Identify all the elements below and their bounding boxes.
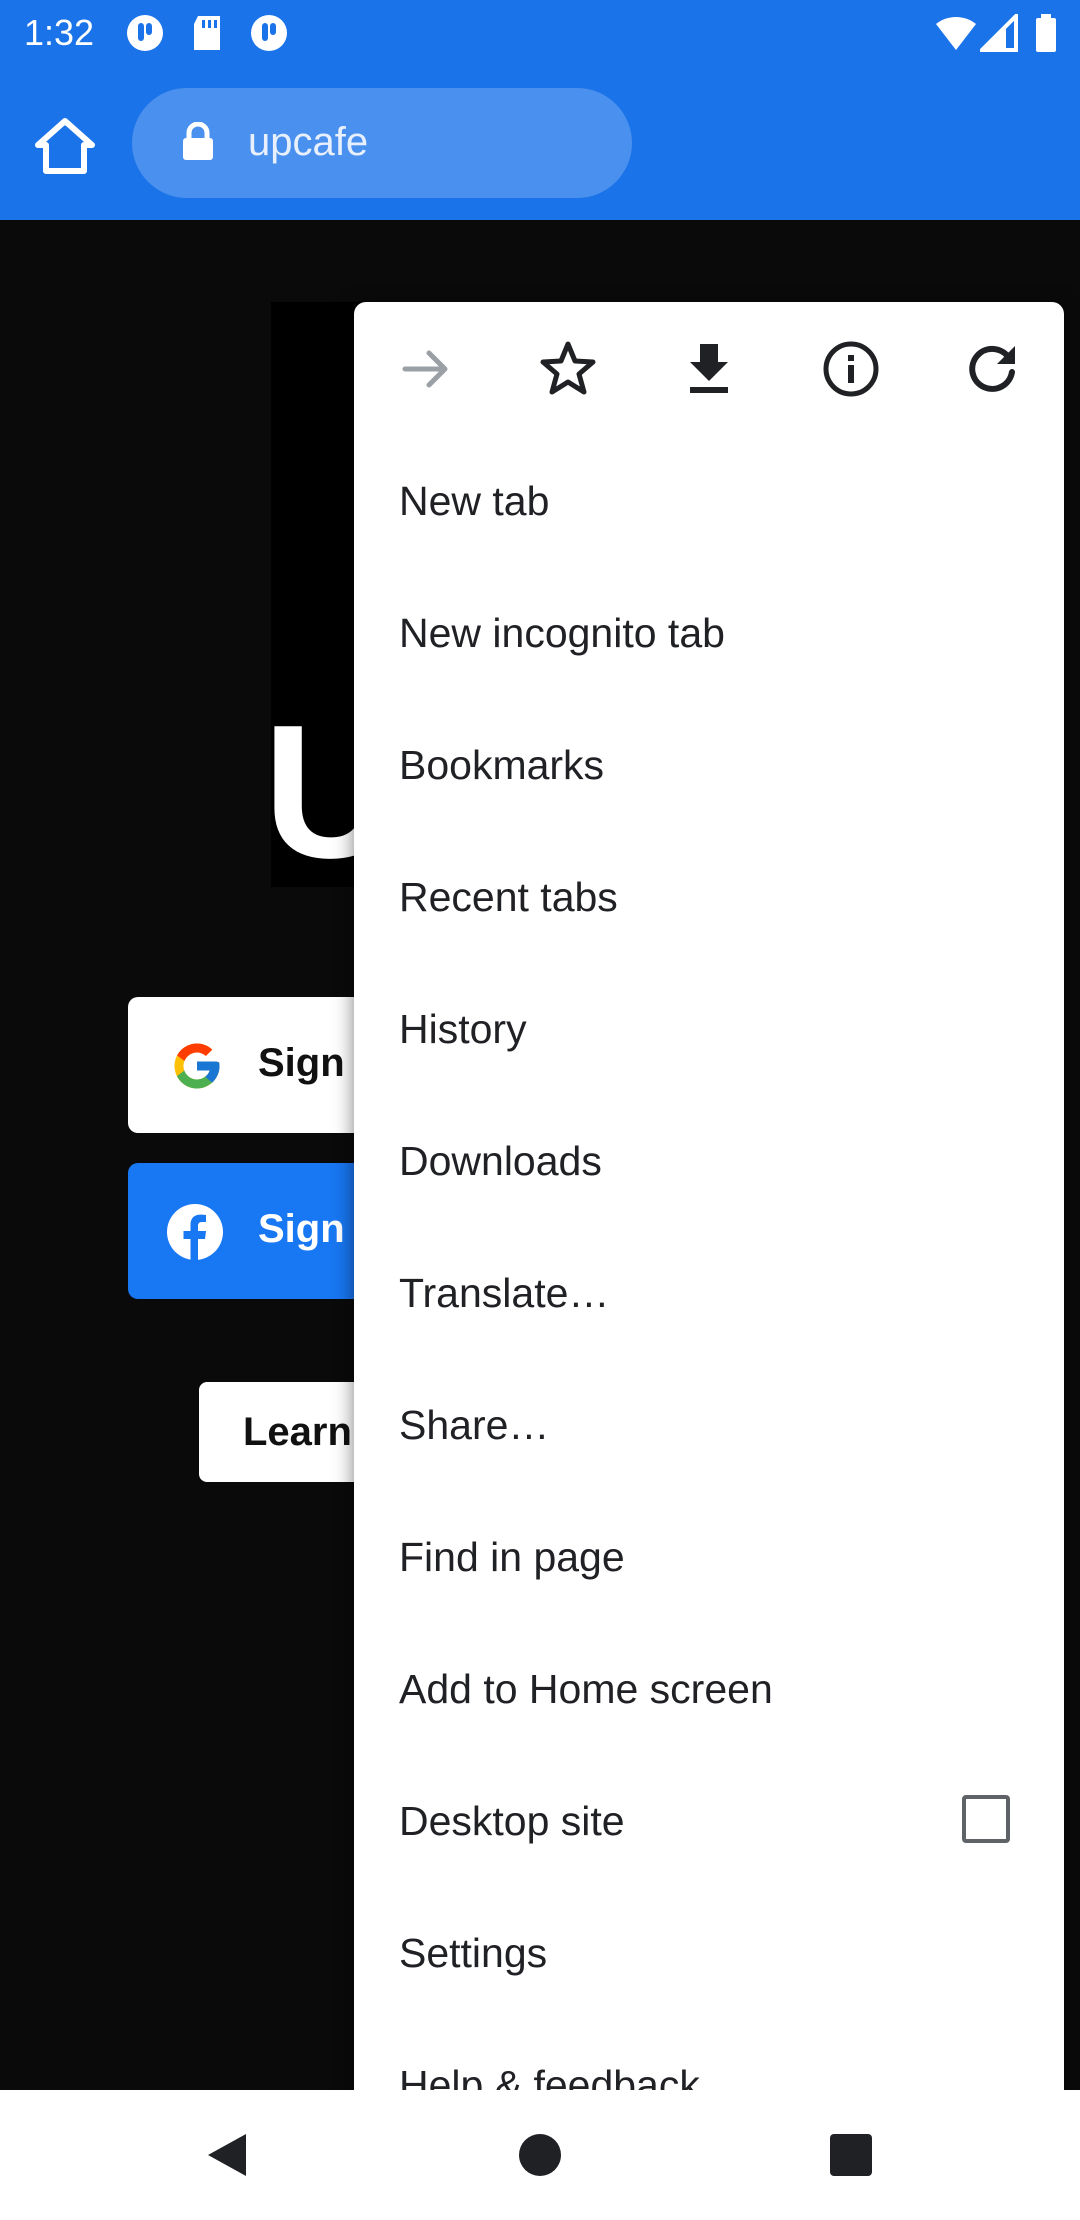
menu-item-label: New tab [399, 478, 550, 524]
menu-item-new-tab[interactable]: New tab [354, 434, 1064, 566]
url-text: upcafe [248, 120, 369, 164]
star-icon[interactable] [535, 336, 601, 402]
menu-item-label: Find in page [399, 1534, 625, 1580]
overflow-menu: New tab New incognito tab Bookmarks Rece… [354, 302, 1064, 2150]
menu-item-downloads[interactable]: Downloads [354, 1094, 1064, 1226]
status-time: 1:32 [24, 12, 95, 53]
forward-icon[interactable] [393, 336, 459, 402]
menu-item-history[interactable]: History [354, 962, 1064, 1094]
menu-item-label: New incognito tab [399, 610, 725, 656]
menu-item-add-to-home-screen[interactable]: Add to Home screen [354, 1622, 1064, 1754]
status-bar: 1:32 [0, 0, 1080, 66]
recents-nav-icon[interactable] [826, 2130, 876, 2180]
menu-item-label: Translate… [399, 1270, 610, 1316]
download-icon[interactable] [676, 336, 742, 402]
web-page-content: U Sign in Sign in Learn New tab New inco… [0, 220, 1080, 2150]
menu-item-label: Bookmarks [399, 742, 605, 788]
system-navigation-bar [0, 2090, 1080, 2220]
menu-item-bookmarks[interactable]: Bookmarks [354, 698, 1064, 830]
reload-icon[interactable] [959, 336, 1025, 402]
notification-app-icon [127, 15, 163, 51]
menu-action-row [354, 302, 1064, 434]
menu-item-label: Recent tabs [399, 874, 618, 920]
menu-item-share[interactable]: Share… [354, 1358, 1064, 1490]
back-nav-icon[interactable] [202, 2130, 252, 2180]
menu-item-find-in-page[interactable]: Find in page [354, 1490, 1064, 1622]
menu-item-settings[interactable]: Settings [354, 1886, 1064, 2018]
wifi-icon [936, 16, 976, 50]
menu-item-label: Share… [399, 1402, 550, 1448]
menu-item-new-incognito-tab[interactable]: New incognito tab [354, 566, 1064, 698]
menu-item-desktop-site[interactable]: Desktop site [354, 1754, 1064, 1886]
home-icon[interactable] [30, 111, 100, 181]
signal-icon [980, 14, 1018, 52]
desktop-site-checkbox[interactable] [962, 1795, 1010, 1843]
facebook-icon [167, 1204, 223, 1260]
menu-item-translate[interactable]: Translate… [354, 1226, 1064, 1358]
lock-icon [183, 122, 213, 160]
menu-item-label: Desktop site [399, 1798, 625, 1844]
battery-icon [1036, 14, 1056, 52]
sd-card-icon [194, 16, 220, 50]
browser-toolbar: upcafe [0, 66, 1080, 220]
google-icon [174, 1043, 220, 1089]
info-icon[interactable] [818, 336, 884, 402]
home-nav-icon[interactable] [515, 2130, 565, 2180]
learn-more-label: Learn [243, 1410, 352, 1454]
notification-app-icon-2 [251, 15, 287, 51]
address-bar[interactable]: upcafe [132, 88, 632, 198]
menu-item-label: Add to Home screen [399, 1666, 773, 1712]
menu-item-label: Settings [399, 1930, 548, 1976]
menu-item-recent-tabs[interactable]: Recent tabs [354, 830, 1064, 962]
menu-item-label: History [399, 1006, 527, 1052]
menu-item-label: Downloads [399, 1138, 602, 1184]
